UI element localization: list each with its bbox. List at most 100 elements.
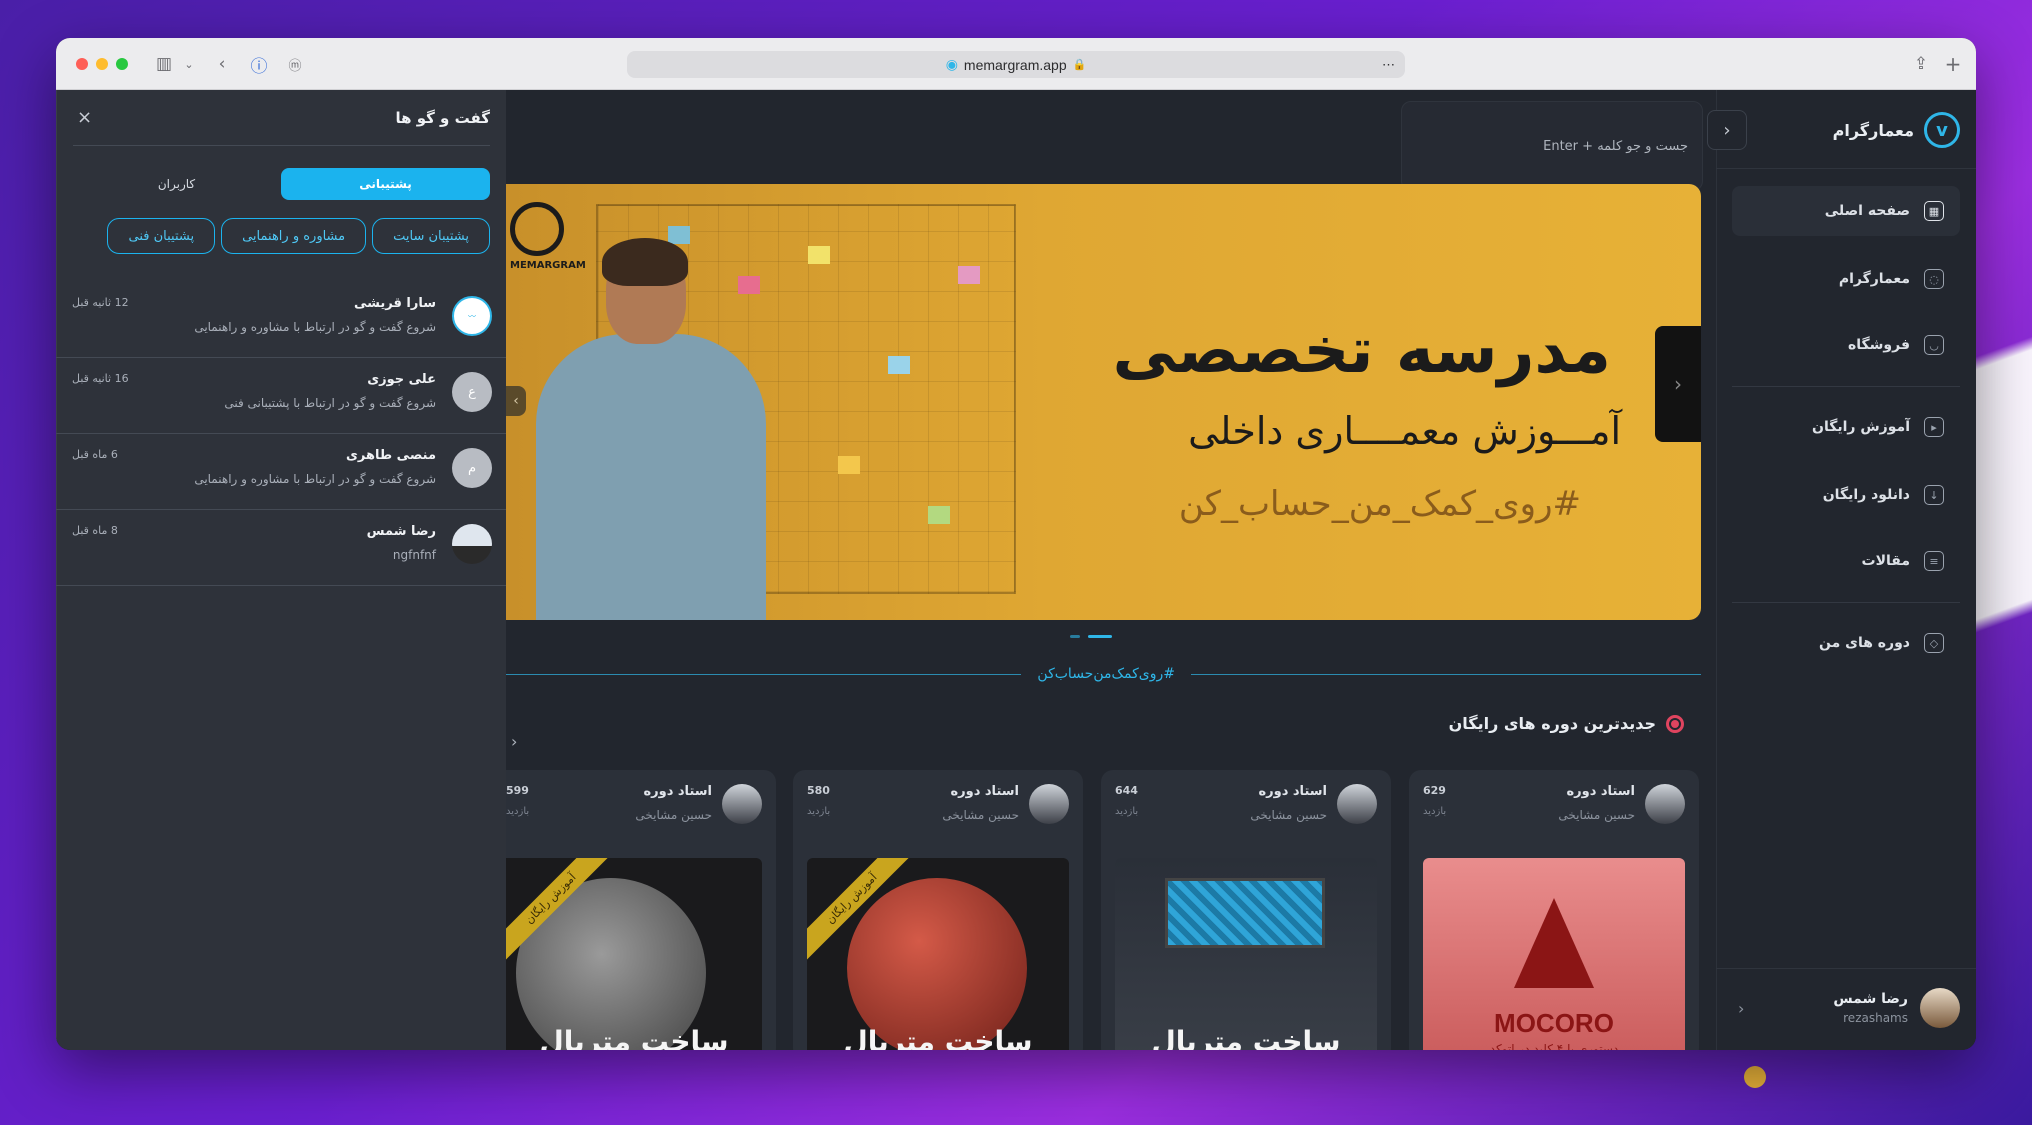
page-menu-icon[interactable]: ⋯ <box>1382 57 1395 73</box>
bag-icon: ◡ <box>1924 335 1944 355</box>
course-role: استاد دوره <box>1566 784 1635 799</box>
chevron-left-icon[interactable]: ‹ <box>1738 999 1744 1018</box>
hero-slider: MEMARGRAM مدرسه تخصصی آمـــوزش معمــــار… <box>506 184 1701 620</box>
nav-my-courses[interactable]: ◇ دوره های من <box>1732 618 1960 668</box>
course-card[interactable]: استاد دوره حسین مشایخی 644 بازدید ساخت م… <box>1101 770 1391 1050</box>
nav-shop[interactable]: ◡ فروشگاه <box>1732 320 1960 370</box>
course-card[interactable]: استاد دوره حسین مشایخی 629 بازدید MOCORO… <box>1409 770 1699 1050</box>
close-window-button[interactable] <box>76 58 88 70</box>
conversation-item[interactable]: م منصی طاهری شروع گفت و گو در ارتباط با … <box>56 434 506 510</box>
conversation-time: 12 ثانیه قبل <box>72 296 129 309</box>
avatar <box>452 524 492 564</box>
page-content: MEMARGRAM مدرسه تخصصی آمـــوزش معمــــار… <box>56 90 1976 1050</box>
course-views-label: بازدید <box>1423 806 1447 817</box>
nav-articles[interactable]: ≡ مقالات <box>1732 536 1960 586</box>
course-thumbnail: آموزش رایگان ساخت متریال <box>807 858 1069 1050</box>
slider-dot[interactable] <box>1070 635 1080 638</box>
user-profile[interactable]: رضا شمس rezashams ‹ <box>1732 984 1960 1032</box>
hero-title: مدرسه تخصصی <box>1112 314 1612 388</box>
carousel-next-icon[interactable]: › <box>511 732 517 751</box>
sidebar-toggle-icon[interactable]: ▥ <box>152 52 176 76</box>
address-bar[interactable]: ◉ memargram.app 🔒 ⋯ <box>627 51 1405 78</box>
minimize-window-button[interactable] <box>96 58 108 70</box>
nav-free-downloads[interactable]: ↓ دانلود رایگان <box>1732 470 1960 520</box>
hero-person-illustration <box>536 238 766 620</box>
course-teacher: حسین مشایخی <box>635 808 712 822</box>
course-teacher: حسین مشایخی <box>942 808 1019 822</box>
chat-title: گفت و گو ها <box>395 108 490 127</box>
autocad-logo-icon <box>1514 898 1594 988</box>
teacher-avatar <box>722 784 762 824</box>
course-card[interactable]: استاد دوره حسین مشایخی 599 بازدید آموزش … <box>506 770 776 1050</box>
nav-free-tutorials[interactable]: ▸ آموزش رایگان <box>1732 402 1960 452</box>
section-header: جدیدترین دوره های رایگان <box>1449 714 1684 733</box>
tagline-text: #روی‌کمک‌من‌حساب‌کن <box>1037 666 1175 682</box>
course-image-title: ساخت متریال <box>843 1025 1033 1050</box>
conversation-item[interactable]: 〰 سارا قریشی شروع گفت و گو در ارتباط با … <box>56 282 506 358</box>
slider-next-button[interactable]: › <box>1655 326 1701 442</box>
desktop-dot <box>1744 1066 1766 1088</box>
section-title: جدیدترین دوره های رایگان <box>1448 714 1656 733</box>
new-tab-icon[interactable]: + <box>1942 52 1964 76</box>
nav-label: صفحه اصلی <box>1824 203 1910 219</box>
course-thumbnail: MOCORO دستوری با ۴ کلید در اتوکد <box>1423 858 1685 1050</box>
brand-name: معمارگرام <box>1832 120 1914 140</box>
hero-logo-text: MEMARGRAM <box>510 260 586 271</box>
conversation-time: 8 ماه قبل <box>72 524 118 537</box>
course-views-label: بازدید <box>506 806 530 817</box>
article-icon: ≡ <box>1924 551 1944 571</box>
conversation-item[interactable]: ع علی جوزی شروع گفت و گو در ارتباط با پش… <box>56 358 506 434</box>
filter-site-support[interactable]: پشتیبان سایت <box>372 218 490 254</box>
course-views-label: بازدید <box>1115 806 1139 817</box>
sidebar-collapse-button[interactable]: ‹ <box>1707 110 1747 150</box>
conversation-name: علی جوزی <box>367 372 436 387</box>
extension-icon[interactable]: ⓜ <box>284 52 306 76</box>
avatar: ع <box>452 372 492 412</box>
back-icon[interactable]: ‹ <box>212 52 232 76</box>
course-image-title: ساخت متریال <box>1151 1025 1341 1050</box>
search-input[interactable] <box>1428 138 1688 154</box>
conversation-name: سارا قریشی <box>354 296 436 311</box>
chevron-down-icon[interactable]: ⌄ <box>182 52 196 76</box>
conversation-time: 6 ماه قبل <box>72 448 118 461</box>
conversation-item[interactable]: رضا شمس ngfnfnf 8 ماه قبل <box>56 510 506 586</box>
course-card[interactable]: استاد دوره حسین مشایخی 580 بازدید آموزش … <box>793 770 1083 1050</box>
search-box[interactable] <box>1401 101 1703 191</box>
slider-dot-active[interactable] <box>1088 635 1112 638</box>
conversation-time: 16 ثانیه قبل <box>72 372 129 385</box>
conversation-name: رضا شمس <box>366 524 436 539</box>
course-image-subtitle: دستوری با ۴ کلید در اتوکد <box>1489 1042 1619 1050</box>
graduation-icon: ◇ <box>1924 633 1944 653</box>
slider-dots <box>1070 635 1112 638</box>
hero-logo: MEMARGRAM <box>510 202 586 292</box>
maximize-window-button[interactable] <box>116 58 128 70</box>
hero-hashtag: #روی_کمک_من_حساب_کن <box>1178 484 1581 524</box>
browser-toolbar: ▥ ⌄ ‹ ⓘ ⓜ ◉ memargram.app 🔒 ⋯ ⇪ + <box>56 38 1976 90</box>
slider-prev-button[interactable]: ‹ <box>506 386 526 416</box>
teacher-avatar <box>1029 784 1069 824</box>
conversation-name: منصی طاهری <box>346 448 436 463</box>
filter-technical-support[interactable]: پشتیبان فنی <box>107 218 216 254</box>
tab-users[interactable]: کاربران <box>72 168 281 200</box>
password-manager-icon[interactable]: ⓘ <box>248 52 270 77</box>
lock-icon: 🔒 <box>1072 59 1087 71</box>
url-text: memargram.app <box>963 56 1067 73</box>
share-icon[interactable]: ⇪ <box>1910 52 1932 76</box>
avatar: 〰 <box>452 296 492 336</box>
tab-support[interactable]: پشتیبانی <box>281 168 490 200</box>
nav-memargram[interactable]: ◌ معمارگرام <box>1732 254 1960 304</box>
record-icon <box>1666 714 1684 733</box>
chat-icon: ◌ <box>1924 269 1944 289</box>
nav-label: دانلود رایگان <box>1822 487 1910 503</box>
brand[interactable]: v معمارگرام <box>1833 110 1960 150</box>
course-thumbnail: آموزش رایگان ساخت متریال <box>506 858 762 1050</box>
brand-logo-icon: v <box>1924 112 1960 148</box>
conversation-preview: شروع گفت و گو در ارتباط با پشتیبانی فنی <box>224 396 436 410</box>
filter-consulting[interactable]: مشاوره و راهنمایی <box>221 218 367 254</box>
nav-home[interactable]: ▦ صفحه اصلی <box>1732 186 1960 236</box>
course-image-title: MOCORO <box>1494 1008 1614 1038</box>
close-icon[interactable]: × <box>77 107 92 128</box>
grid-icon: ▦ <box>1924 201 1944 221</box>
chat-tab-switch: پشتیبانی کاربران <box>72 168 490 200</box>
play-icon: ▸ <box>1924 417 1944 437</box>
